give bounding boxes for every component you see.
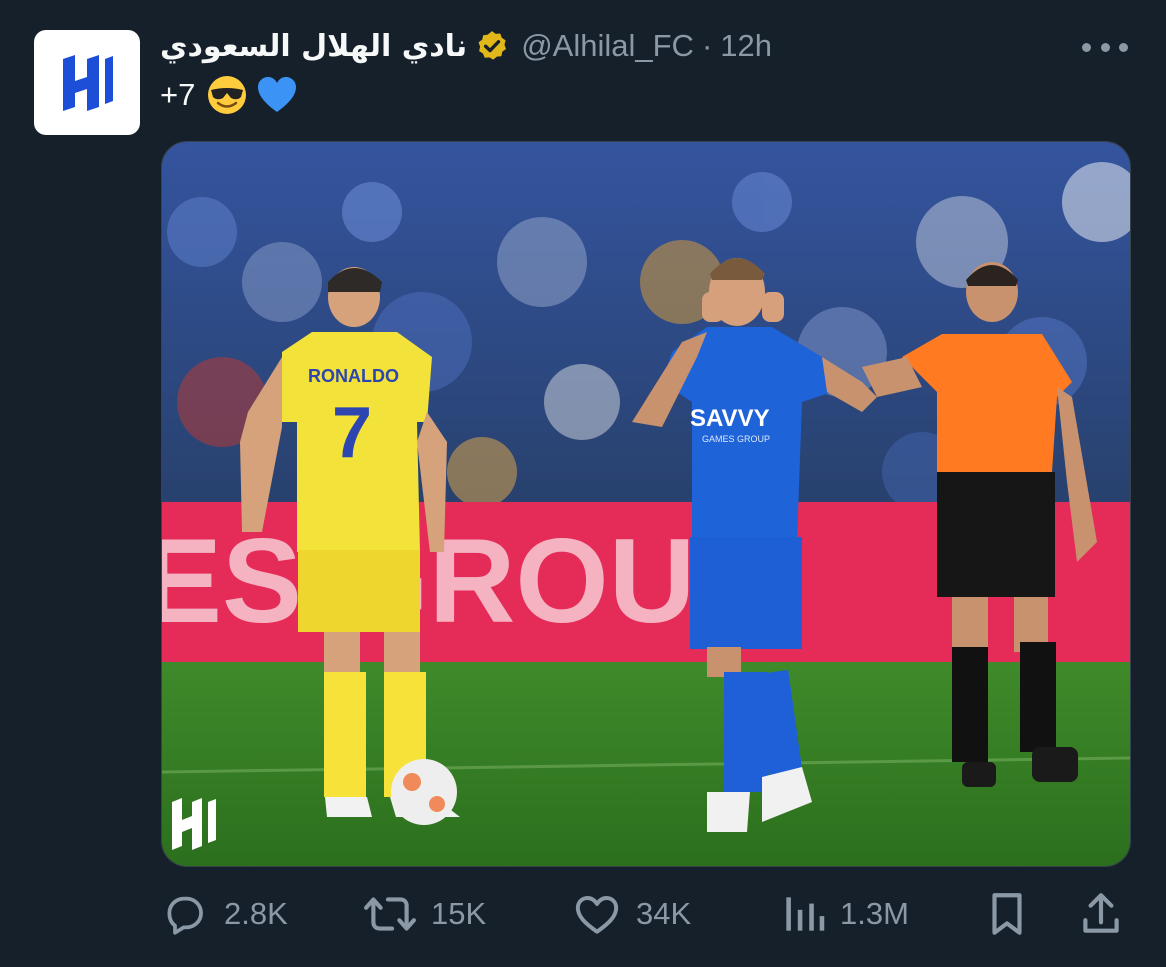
ad-board-text: ES GROUP bbox=[162, 514, 775, 648]
tweet-text-content: +7 bbox=[160, 77, 196, 112]
verified-badge-icon[interactable] bbox=[475, 29, 509, 63]
retweet-count: 15K bbox=[431, 896, 487, 931]
views-button[interactable]: 1.3M bbox=[780, 884, 909, 944]
watermark-logo-icon bbox=[172, 798, 216, 850]
share-button[interactable] bbox=[1078, 884, 1124, 944]
tweet-actions-bar: 2.8K 15K 34K 1.3M bbox=[160, 884, 1130, 944]
shirt-name: RONALDO bbox=[308, 366, 399, 386]
like-count: 34K bbox=[636, 896, 692, 931]
heart-icon bbox=[575, 895, 619, 934]
reply-button[interactable]: 2.8K bbox=[160, 884, 288, 944]
bookmark-icon bbox=[992, 893, 1022, 935]
more-options-button[interactable] bbox=[1082, 30, 1128, 64]
tweet-text: +7 bbox=[160, 72, 299, 118]
display-name[interactable]: نادي الهلال السعودي bbox=[160, 29, 467, 64]
user-handle[interactable]: @Alhilal_FC bbox=[521, 28, 694, 64]
separator-dot: · bbox=[701, 28, 713, 63]
more-dot-icon bbox=[1119, 42, 1128, 52]
tweet-timestamp[interactable]: 12h bbox=[720, 28, 772, 64]
tweet-media-image[interactable]: ES GROUP RONALDO 7 SAVVY GAMES GROUP bbox=[161, 141, 1131, 867]
tweet-header: نادي الهلال السعودي @Alhilal_FC · 12h bbox=[160, 24, 772, 68]
reply-count: 2.8K bbox=[224, 896, 288, 931]
alhilal-logo-icon bbox=[63, 54, 113, 111]
sponsor-subtext: GAMES GROUP bbox=[702, 434, 770, 444]
sponsor-name: SAVVY bbox=[690, 405, 770, 432]
retweet-button[interactable]: 15K bbox=[363, 884, 486, 944]
shirt-number: 7 bbox=[332, 393, 372, 473]
like-button[interactable]: 34K bbox=[572, 884, 691, 944]
blue-heart-emoji-icon bbox=[255, 73, 299, 117]
retweet-icon bbox=[364, 897, 416, 931]
views-chart-icon bbox=[786, 897, 825, 931]
bookmark-button[interactable] bbox=[984, 884, 1030, 944]
sunglasses-emoji-icon bbox=[205, 73, 249, 117]
tweet-card[interactable]: نادي الهلال السعودي @Alhilal_FC · 12h +7 bbox=[0, 0, 1166, 967]
reply-icon bbox=[167, 896, 203, 935]
views-count: 1.3M bbox=[840, 896, 909, 931]
share-icon bbox=[1083, 893, 1119, 933]
more-dot-icon bbox=[1082, 42, 1091, 52]
avatar[interactable] bbox=[34, 30, 140, 135]
more-dot-icon bbox=[1100, 42, 1110, 52]
